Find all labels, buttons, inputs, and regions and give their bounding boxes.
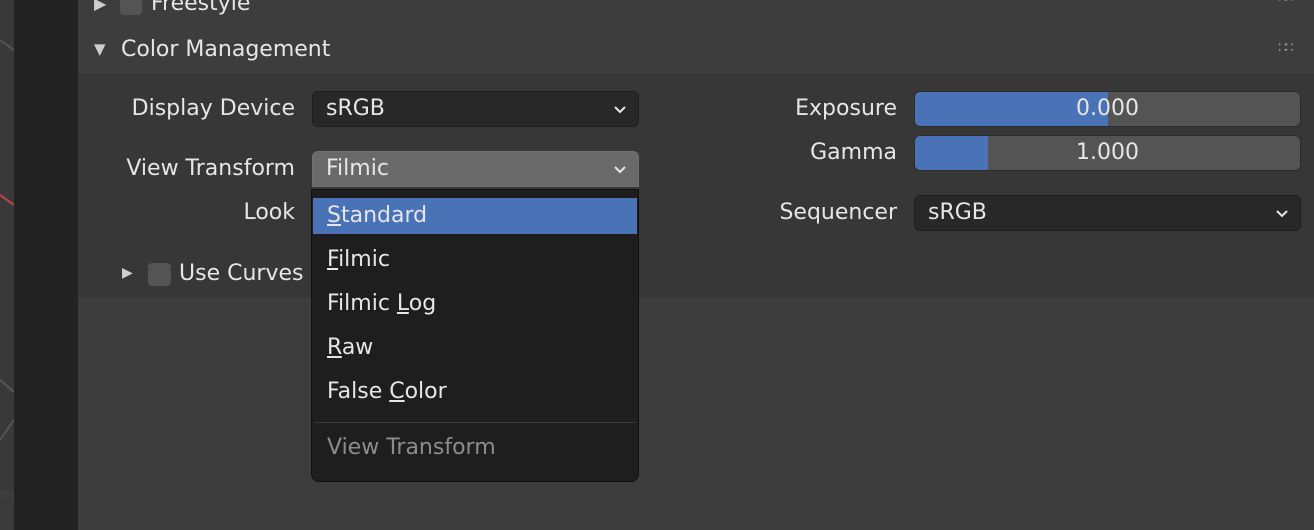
view-transform-dropdown-menu: Standard Filmic Filmic Log Raw False Col… bbox=[311, 189, 639, 482]
exposure-label: Exposure bbox=[795, 96, 897, 121]
use-curves-label: Use Curves bbox=[179, 261, 304, 286]
properties-editor: ▶ Freestyle ∷∷ ▼ Color Management ∷∷ Dis… bbox=[78, 0, 1314, 530]
color-management-panel-body: Display Device sRGB View Transform Filmi… bbox=[78, 74, 1314, 298]
menu-item-filmic[interactable]: Filmic bbox=[313, 242, 637, 278]
disclosure-triangle-open-icon[interactable]: ▼ bbox=[94, 40, 106, 58]
sequencer-select[interactable]: sRGB bbox=[914, 195, 1301, 231]
sequencer-value: sRGB bbox=[928, 200, 987, 225]
view-transform-label: View Transform bbox=[126, 156, 295, 181]
gamma-slider[interactable]: 1.000 bbox=[914, 135, 1301, 171]
display-device-value: sRGB bbox=[326, 96, 385, 121]
mnemonic: L bbox=[396, 291, 409, 316]
color-management-panel-header[interactable]: ▼ Color Management ∷∷ bbox=[78, 32, 1314, 74]
freestyle-checkbox[interactable] bbox=[120, 0, 142, 15]
menu-item-label: False bbox=[327, 379, 390, 404]
menu-item-label: aw bbox=[341, 335, 374, 360]
viewport-edge bbox=[0, 0, 14, 490]
menu-item-label: ilmic bbox=[338, 247, 390, 272]
freestyle-label: Freestyle bbox=[151, 0, 251, 16]
display-device-label: Display Device bbox=[131, 96, 295, 121]
menu-item-label: og bbox=[408, 291, 437, 316]
gamma-label: Gamma bbox=[810, 140, 897, 165]
sequencer-label: Sequencer bbox=[779, 200, 897, 225]
disclosure-triangle-icon[interactable]: ▶ bbox=[94, 0, 106, 13]
chevron-down-icon bbox=[614, 106, 626, 114]
menu-item-standard[interactable]: Standard bbox=[313, 198, 637, 234]
chevron-down-icon bbox=[614, 166, 626, 174]
menu-title: View Transform bbox=[327, 435, 496, 460]
look-label: Look bbox=[243, 200, 295, 225]
chevron-down-icon bbox=[1276, 210, 1288, 218]
exposure-value: 0.000 bbox=[1076, 96, 1139, 121]
menu-item-label: tandard bbox=[340, 203, 428, 228]
gamma-value: 1.000 bbox=[1076, 140, 1139, 165]
exposure-slider[interactable]: 0.000 bbox=[914, 91, 1301, 127]
menu-item-label: Filmic bbox=[327, 291, 397, 316]
menu-separator bbox=[314, 422, 636, 423]
view-transform-select[interactable]: Filmic bbox=[312, 151, 639, 187]
menu-item-raw[interactable]: Raw bbox=[313, 330, 637, 366]
mnemonic: F bbox=[327, 247, 339, 272]
mnemonic: S bbox=[327, 203, 341, 228]
menu-item-filmic-log[interactable]: Filmic Log bbox=[313, 286, 637, 322]
region-gutter bbox=[14, 0, 78, 530]
drag-handle-icon[interactable]: ∷∷ bbox=[1278, 0, 1294, 6]
menu-item-label: olor bbox=[404, 379, 447, 404]
view-transform-value: Filmic bbox=[326, 156, 389, 181]
mnemonic: C bbox=[389, 379, 405, 404]
display-device-select[interactable]: sRGB bbox=[312, 91, 639, 127]
use-curves-checkbox[interactable] bbox=[148, 263, 171, 286]
color-management-title: Color Management bbox=[121, 37, 331, 62]
menu-item-false-color[interactable]: False Color bbox=[313, 374, 637, 410]
freestyle-panel-header[interactable]: ▶ Freestyle ∷∷ bbox=[78, 0, 1314, 22]
disclosure-triangle-icon[interactable]: ▶ bbox=[122, 265, 133, 281]
drag-handle-icon[interactable]: ∷∷ bbox=[1278, 40, 1294, 56]
viewport-corner bbox=[0, 498, 14, 530]
mnemonic: R bbox=[327, 335, 342, 360]
